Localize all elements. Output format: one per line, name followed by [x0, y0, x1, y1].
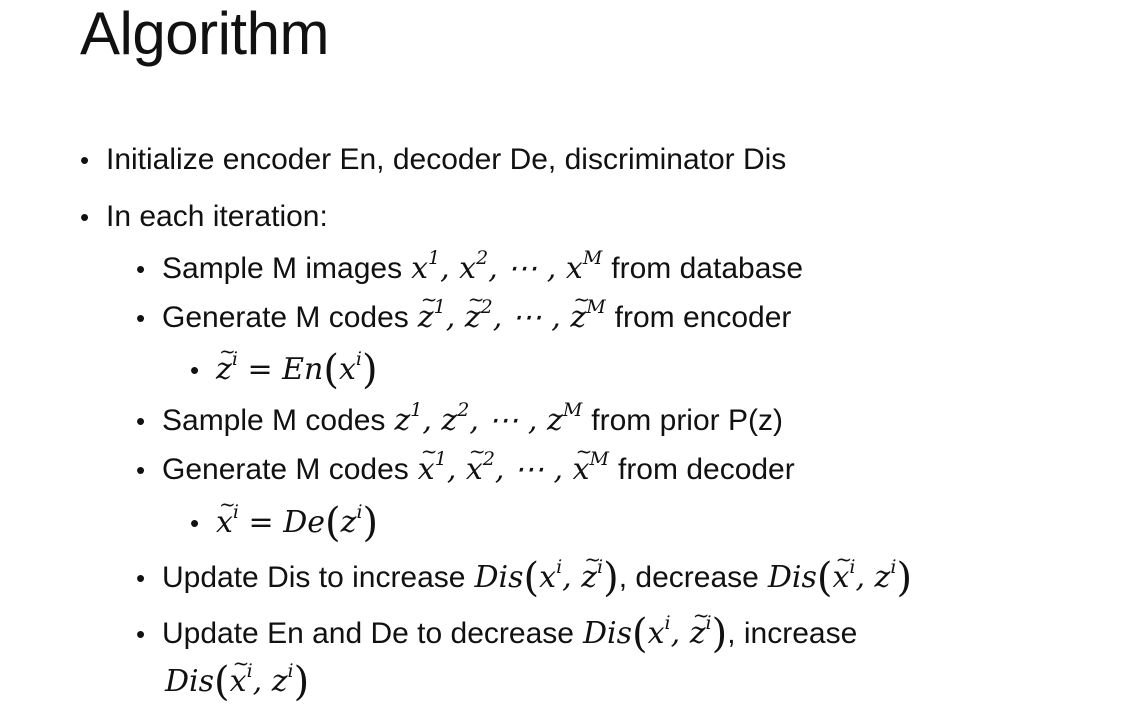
bullet-dot: • [136, 455, 146, 485]
bullet-text: Initialize encoder En, decoder De, discr… [106, 143, 787, 176]
bullet-text: , increase [727, 617, 858, 650]
bullet-dot: • [136, 303, 146, 333]
bullet-iteration: • In each iteration: [80, 200, 328, 234]
bullet-text: Sample M images [162, 252, 403, 285]
math-expression: z1, z2, ⋯ , zM [418, 287, 606, 335]
bullet-update-en-de: • Update En and De to decrease Dis(xi, z… [136, 603, 858, 654]
bullet-text: In each iteration: [106, 200, 328, 233]
math-expression: x1, x2, ⋯ , xM [411, 247, 603, 287]
bullet-text: from database [611, 252, 804, 285]
bullet-text: from decoder [617, 453, 795, 486]
math-expression: Dis(xi, zi) [583, 603, 727, 654]
bullet-text: from encoder [614, 301, 792, 334]
bullet-dot: • [80, 145, 90, 175]
slide: Algorithm • Initialize encoder En, decod… [0, 0, 1122, 723]
bullet-text: Generate M codes [162, 301, 409, 334]
slide-title: Algorithm [80, 0, 329, 67]
bullet-dot: • [136, 563, 146, 593]
bullet-text: , decrease [618, 561, 759, 594]
bullet-dot: • [136, 406, 146, 436]
bullet-text: Update Dis to increase [162, 561, 466, 594]
math-expression: Dis(xi, zi) [165, 651, 309, 702]
math-expression: zi = En(xi) [216, 339, 378, 390]
bullet-generate-codes-encoder: • Generate M codes z1, z2, ⋯ , zM from e… [136, 287, 792, 335]
bullet-text: Sample M codes [162, 404, 386, 437]
bullet-update-en-de-continued: Dis(xi, zi) [165, 651, 309, 702]
math-expression: z1, z2, ⋯ , zM [394, 399, 583, 439]
bullet-init: • Initialize encoder En, decoder De, dis… [80, 143, 786, 177]
math-expression: Dis(xi, zi) [475, 547, 619, 598]
bullet-decoder-formula: • xi = De(zi) [190, 492, 378, 543]
bullet-text: from prior P(z) [591, 404, 783, 437]
bullet-text: Update En and De to decrease [162, 617, 574, 650]
math-expression: Dis(xi, zi) [768, 547, 912, 598]
bullet-encoder-formula: • zi = En(xi) [190, 339, 378, 390]
math-expression: x1, x2, ⋯ , xM [418, 439, 609, 487]
bullet-sample-images: • Sample M images x1, x2, ⋯ , xM from da… [136, 247, 804, 287]
bullet-sample-codes: • Sample M codes z1, z2, ⋯ , zM from pri… [136, 399, 783, 439]
bullet-generate-codes-decoder: • Generate M codes x1, x2, ⋯ , xM from d… [136, 439, 795, 487]
bullet-text: Generate M codes [162, 453, 409, 486]
bullet-dot: • [190, 508, 200, 538]
bullet-update-dis: • Update Dis to increase Dis(xi, zi) , d… [136, 547, 912, 598]
bullet-dot: • [190, 355, 200, 385]
bullet-dot: • [136, 254, 146, 284]
bullet-dot: • [80, 202, 90, 232]
math-expression: xi = De(zi) [216, 492, 378, 543]
bullet-dot: • [136, 619, 146, 649]
